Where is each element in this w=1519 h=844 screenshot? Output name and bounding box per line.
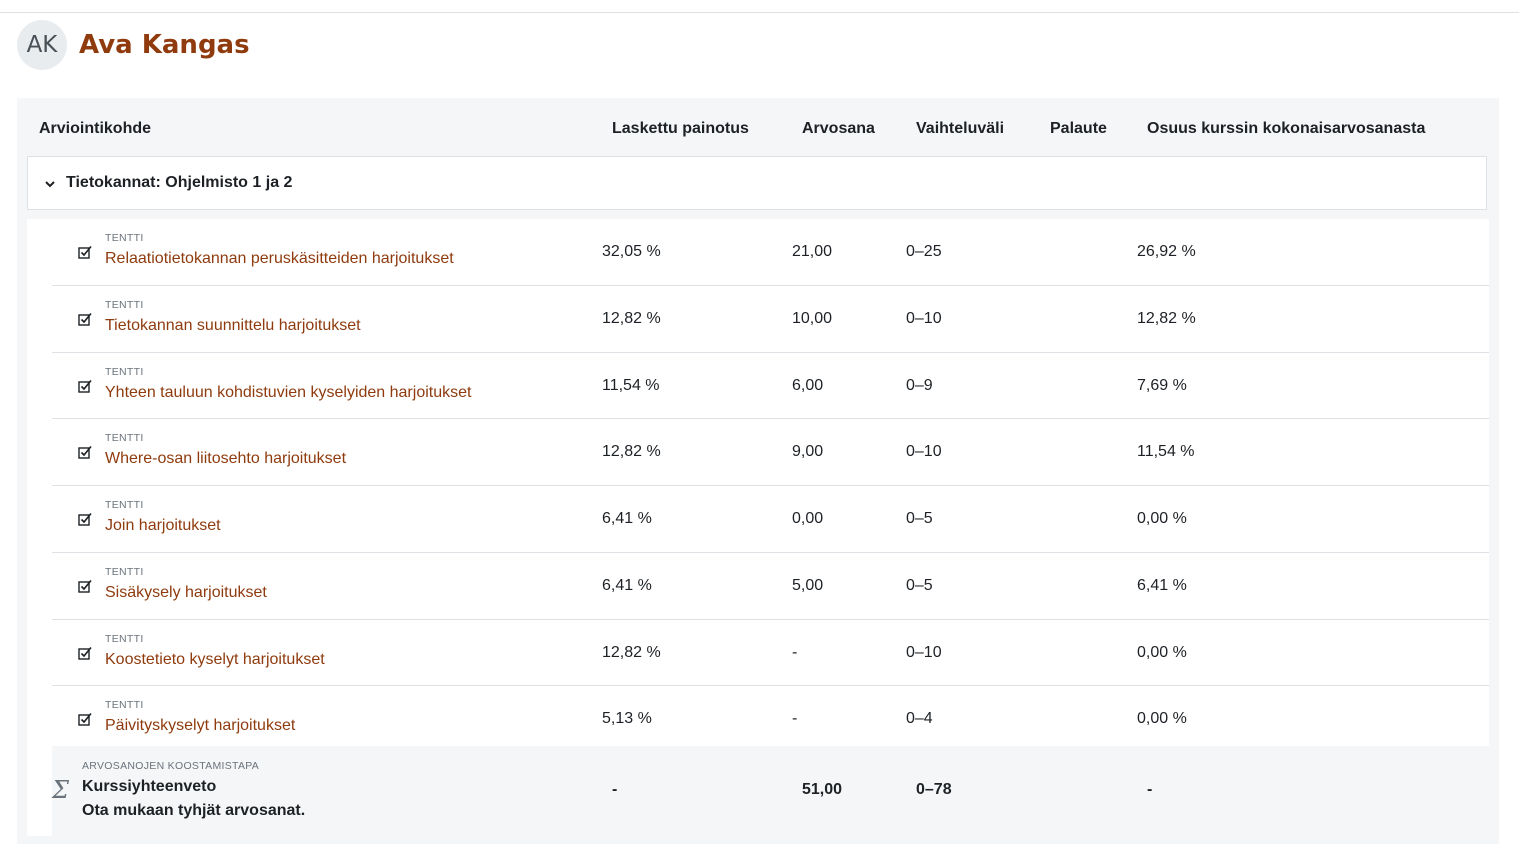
item-grade: - [792, 710, 798, 728]
item-name-link[interactable]: Päivityskyselyt harjoitukset [105, 717, 295, 735]
quiz-checkbox-icon [78, 446, 92, 459]
item-contribution: 6,41 % [1137, 576, 1187, 594]
top-divider [0, 12, 1519, 13]
item-grade: 9,00 [792, 443, 824, 461]
aggregation-label: ARVOSANOJEN KOOSTAMISTAPA [82, 760, 260, 772]
item-grade: 10,00 [792, 309, 833, 327]
table-row: TENTTI Tietokannan suunnittelu harjoituks… [52, 286, 1489, 353]
item-range: 0–5 [906, 576, 933, 594]
course-total-row: Σ ARVOSANOJEN KOOSTAMISTAPA Kurssiyhteen… [52, 746, 1489, 836]
table-row: TENTTI Where-osan liitosehto harjoitukset… [52, 419, 1489, 486]
item-type: TENTTI [105, 699, 144, 712]
quiz-checkbox-icon [78, 512, 92, 526]
item-name-link[interactable]: Where-osan liitosehto harjoitukset [105, 450, 346, 468]
quiz-checkbox-icon [78, 579, 92, 593]
aggregation-note: Ota mukaan tyhjät arvosanat. [82, 802, 306, 819]
category-name: Tietokannat: Ohjelmisto 1 ja 2 [66, 174, 293, 191]
item-name-link[interactable]: Tietokannan suunnittelu harjoitukset [105, 317, 361, 335]
item-contribution: 7,69 % [1137, 376, 1187, 394]
header-grade: Arvosana [802, 120, 875, 137]
table-row: TENTTI Koostetieto kyselyt harjoitukset 12… [52, 620, 1489, 687]
quiz-checkbox-icon [78, 312, 92, 326]
table-row: TENTTI Sisäkysely harjoitukset 6,41 % 5,00 0… [52, 553, 1489, 620]
user-name-link[interactable]: Ava Kangas [79, 30, 250, 60]
table-row: TENTTI Yhteen tauluun kohdistuvien kysely… [52, 353, 1489, 420]
total-grade: 51,00 [802, 781, 843, 798]
header-range: Vaihteluväli [916, 120, 1005, 137]
header-feedback: Palaute [1050, 120, 1107, 137]
item-name-link[interactable]: Join harjoitukset [105, 517, 221, 535]
item-name-link[interactable]: Sisäkysely harjoitukset [105, 584, 267, 602]
total-range: 0–78 [916, 781, 952, 798]
chevron-down-icon[interactable] [44, 178, 56, 190]
table-row: TENTTI Päivityskyselyt harjoitukset 5,13 %… [52, 686, 1489, 752]
item-contribution: 0,00 % [1137, 643, 1187, 661]
quiz-checkbox-icon [78, 646, 92, 660]
table-row: TENTTI Join harjoitukset 6,41 % 0,00 0–5 0,00… [52, 486, 1489, 553]
item-range: 0–5 [906, 510, 933, 527]
item-range: 0–4 [906, 710, 933, 728]
item-contribution: 0,00 % [1137, 710, 1187, 728]
header-item: Arviointikohde [39, 120, 152, 137]
grade-report-table: Arviointikohde Laskettu painotus Arvosan… [17, 98, 1499, 844]
item-weight: 6,41 % [602, 576, 652, 594]
quiz-checkbox-icon [78, 713, 92, 726]
grade-items-list: TENTTI Relaatiotietokannan peruskäsitteid… [27, 219, 1489, 752]
user-header: AK Ava Kangas [17, 20, 250, 70]
item-contribution: 12,82 % [1137, 309, 1196, 327]
item-weight: 32,05 % [602, 243, 661, 260]
item-contribution: 0,00 % [1137, 510, 1187, 527]
item-grade: 21,00 [792, 243, 833, 260]
item-type: TENTTI [105, 232, 144, 244]
item-type: TENTTI [105, 365, 144, 378]
course-total-name: Kurssiyhteenveto [82, 778, 217, 795]
item-weight: 12,82 % [602, 309, 661, 327]
sigma-icon: Σ [52, 776, 69, 804]
item-type: TENTTI [105, 499, 144, 511]
item-weight: 12,82 % [602, 443, 661, 461]
item-range: 0–10 [906, 309, 942, 327]
item-grade: 0,00 [792, 510, 824, 527]
avatar[interactable]: AK [17, 20, 67, 70]
item-range: 0–25 [906, 243, 942, 260]
table-row: TENTTI Relaatiotietokannan peruskäsitteid… [52, 219, 1489, 286]
item-contribution: 26,92 % [1137, 243, 1196, 260]
category-row: Tietokannat: Ohjelmisto 1 ja 2 [27, 156, 1487, 210]
item-weight: 6,41 % [602, 510, 652, 527]
item-grade: - [792, 643, 798, 661]
quiz-checkbox-icon [78, 379, 92, 393]
item-weight: 11,54 % [602, 376, 660, 394]
item-type: TENTTI [105, 298, 144, 311]
item-type: TENTTI [105, 432, 144, 445]
item-type: TENTTI [105, 632, 144, 645]
item-name-link[interactable]: Yhteen tauluun kohdistuvien kyselyiden h… [105, 384, 471, 402]
item-contribution: 11,54 % [1137, 443, 1195, 461]
item-weight: 5,13 % [602, 710, 652, 728]
total-contribution: - [1147, 781, 1153, 798]
item-name-link[interactable]: Koostetieto kyselyt harjoitukset [105, 651, 325, 669]
quiz-checkbox-icon [78, 245, 92, 259]
header-contribution: Osuus kurssin kokonaisarvosanasta [1147, 120, 1426, 137]
item-range: 0–10 [906, 643, 942, 661]
item-grade: 6,00 [792, 376, 824, 394]
item-type: TENTTI [105, 565, 144, 578]
item-name-link[interactable]: Relaatiotietokannan peruskäsitteiden har… [105, 250, 454, 268]
header-weight: Laskettu painotus [612, 120, 749, 137]
item-range: 0–9 [906, 376, 933, 394]
table-header: Arviointikohde Laskettu painotus Arvosan… [17, 120, 1499, 144]
total-weight: - [612, 781, 618, 798]
item-grade: 5,00 [792, 576, 824, 594]
item-range: 0–10 [906, 443, 942, 461]
item-weight: 12,82 % [602, 643, 661, 661]
